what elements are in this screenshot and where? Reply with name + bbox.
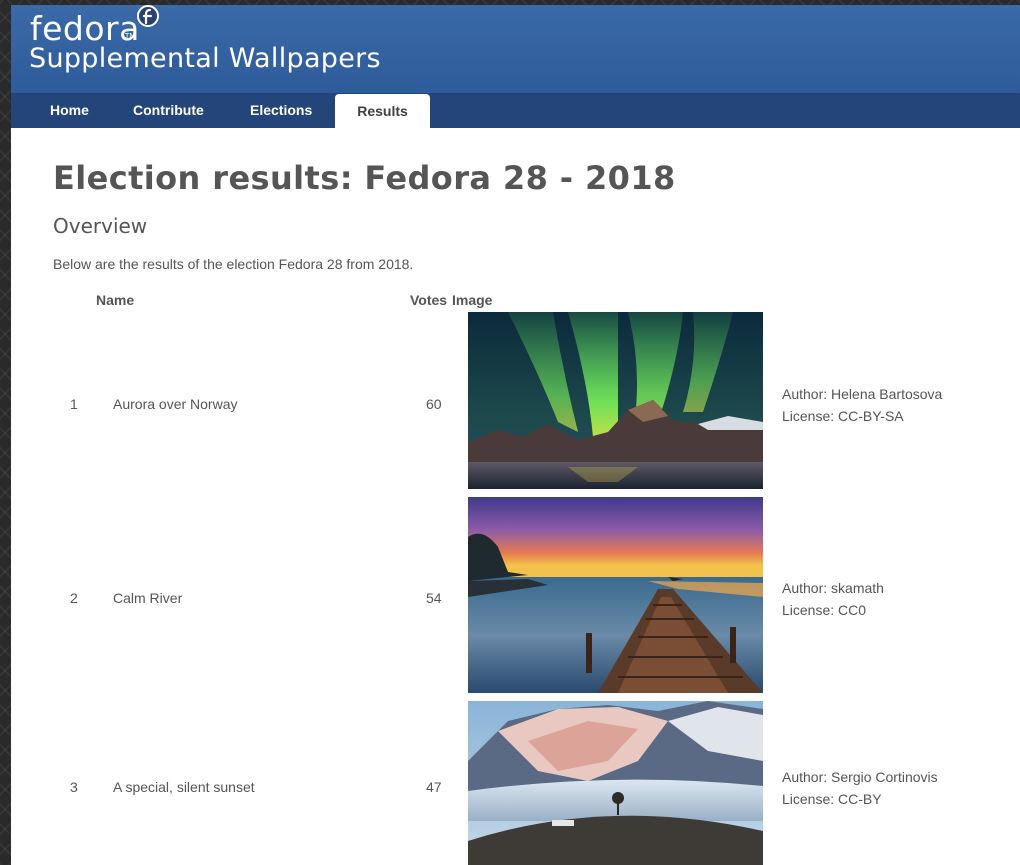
- row-license: License: CC-BY: [782, 791, 882, 807]
- row-author: Author: Sergio Cortinovis: [782, 769, 938, 785]
- nav-home[interactable]: Home: [50, 93, 89, 128]
- table-row: 1 Aurora over Norway 60 Author: Helena B…: [11, 312, 1020, 489]
- nav-elections[interactable]: Elections: [250, 93, 312, 128]
- row-author: Author: skamath: [782, 580, 884, 596]
- column-header-name: Name: [96, 292, 135, 308]
- row-name: A special, silent sunset: [113, 779, 255, 795]
- fedora-infinity-icon: [137, 5, 159, 27]
- wallpaper-thumbnail-aurora[interactable]: [468, 312, 763, 489]
- table-row: 2 Calm River 54 Author: skamath License:…: [11, 497, 1020, 693]
- wallpaper-thumbnail-silent-sunset[interactable]: [468, 701, 763, 865]
- row-license: License: CC0: [782, 602, 867, 618]
- site-subtitle: Supplemental Wallpapers: [29, 43, 381, 74]
- nav-contribute[interactable]: Contribute: [133, 93, 204, 128]
- row-rank: 2: [70, 590, 78, 606]
- section-heading: Overview: [53, 214, 148, 238]
- row-name: Aurora over Norway: [113, 396, 238, 412]
- nav-results[interactable]: Results: [335, 94, 430, 129]
- row-rank: 1: [70, 396, 78, 412]
- page: fedora TM Supplemental Wallpapers Home C…: [11, 5, 1020, 865]
- table-row: 3 A special, silent sunset 47 Author: Se…: [11, 701, 1020, 865]
- site-banner: fedora TM Supplemental Wallpapers: [11, 5, 1020, 93]
- row-name: Calm River: [113, 590, 183, 606]
- wallpaper-thumbnail-calm-river[interactable]: [468, 497, 763, 693]
- intro-text: Below are the results of the election Fe…: [53, 256, 414, 272]
- column-header-image: Image: [452, 292, 493, 308]
- column-header-votes: Votes: [410, 292, 448, 308]
- logo-trademark: TM: [125, 32, 136, 40]
- row-rank: 3: [70, 779, 78, 795]
- row-votes: 47: [426, 779, 442, 795]
- page-title: Election results: Fedora 28 - 2018: [53, 159, 676, 197]
- row-author: Author: Helena Bartosova: [782, 386, 943, 402]
- row-license: License: CC-BY-SA: [782, 408, 904, 424]
- row-votes: 54: [426, 590, 442, 606]
- main-nav: Home Contribute Elections Results: [11, 93, 1020, 129]
- row-votes: 60: [426, 396, 442, 412]
